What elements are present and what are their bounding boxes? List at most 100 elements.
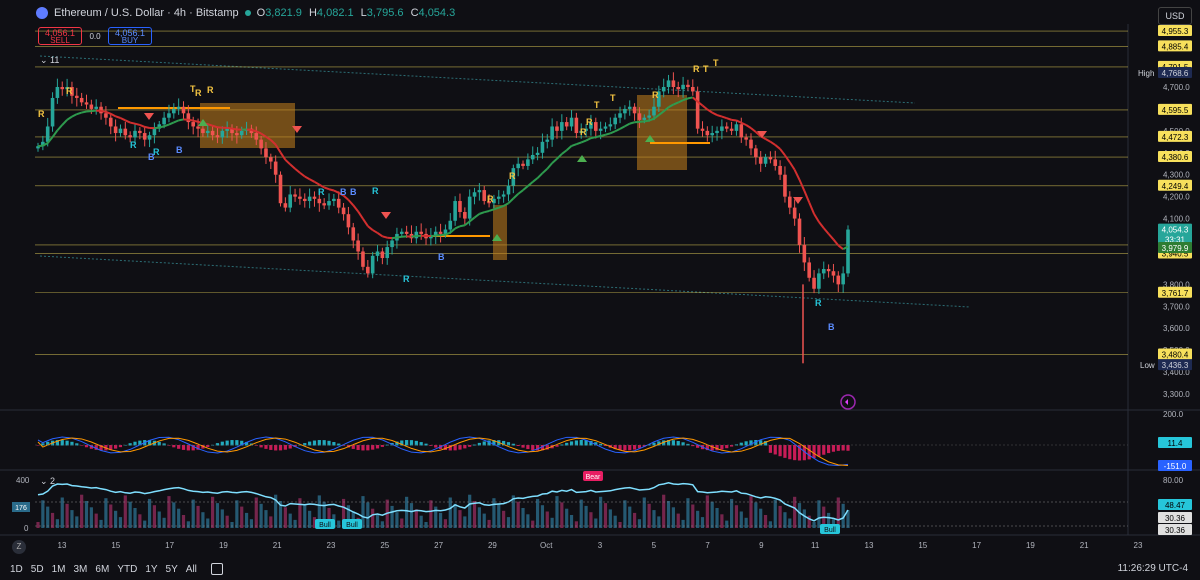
candle-body [744, 137, 748, 140]
time-axis: 13 15 17 19 21 23 25 27 29 Oct 3 5 7 9 11 13 15 17 19 21 23 [58, 541, 1143, 550]
tf-5y[interactable]: 5Y [166, 564, 178, 575]
replay-icon[interactable] [840, 394, 856, 410]
time-tick: 13 [58, 541, 67, 550]
candle-body [264, 148, 268, 158]
ema-segment [328, 188, 335, 192]
ema-segment [37, 144, 43, 148]
candle-body [366, 266, 370, 274]
sell-button[interactable]: 4,056.1 SELL [38, 27, 82, 45]
high-label: H [308, 7, 317, 19]
candle-body [128, 135, 132, 138]
ema-segment [396, 235, 402, 239]
ema-segment [566, 145, 573, 151]
tf-1d[interactable]: 1D [10, 564, 23, 575]
ema-segment [726, 117, 732, 121]
tf-all[interactable]: All [186, 564, 197, 575]
tf-1y[interactable]: 1Y [145, 564, 157, 575]
candle-body [215, 135, 220, 138]
macd-bar [632, 445, 637, 450]
calendar-icon[interactable] [210, 563, 223, 575]
volume-bar [283, 507, 287, 528]
volume-bar [652, 510, 656, 528]
ema-segment [382, 235, 388, 239]
symbol-header: Ethereum / U.S. Dollar · 4h · Bitstamp O… [36, 7, 459, 19]
ema-segment [459, 224, 466, 228]
ema-segment [522, 185, 529, 191]
volume-bar [589, 512, 593, 528]
tf-5d[interactable]: 5D [31, 564, 44, 575]
ema-segment [837, 244, 844, 250]
tf-6m[interactable]: 6M [95, 564, 109, 575]
candle-body [205, 130, 210, 134]
macd-bar [278, 445, 283, 451]
signal-r-up: R [130, 140, 137, 150]
signal-b: B [828, 322, 835, 332]
candle-body [690, 87, 695, 92]
time-tick: 25 [380, 541, 389, 550]
signal-r: R [652, 90, 659, 100]
volume-bar [623, 500, 627, 528]
volume-bar [206, 518, 210, 528]
ema-segment [134, 122, 141, 126]
signal-b: B [350, 187, 357, 197]
rsi-pane-badge[interactable]: ⌄ 2 [40, 476, 55, 487]
macd-bar [846, 445, 850, 451]
time-tick: 17 [165, 541, 174, 550]
candle-body [530, 154, 535, 160]
candle-body [545, 139, 550, 142]
candle-body [94, 106, 99, 109]
ema-segment [590, 136, 596, 140]
ema-segment [192, 119, 199, 123]
candle-body [652, 106, 656, 116]
volume-bar [531, 520, 535, 528]
candle-body [792, 207, 797, 219]
time-tick: 11 [811, 541, 820, 550]
candlesticks [36, 72, 850, 364]
indicator-count-badge[interactable]: ⌄ 11 [40, 55, 59, 66]
volume-bar [700, 517, 705, 528]
time-tick: 15 [918, 541, 927, 550]
volume-bar [579, 499, 583, 528]
candle-body [399, 231, 404, 234]
price-axis: 4,700.04,600.04,500.04,400.04,300.04,200… [12, 25, 1192, 535]
symbol-title[interactable]: Ethereum / U.S. Dollar · 4h · Bitstamp [54, 7, 239, 19]
candle-body [812, 277, 816, 289]
tf-1m[interactable]: 1M [52, 564, 66, 575]
tf-ytd[interactable]: YTD [117, 564, 137, 575]
time-tick: 3 [598, 541, 603, 550]
price-chart[interactable]: RR R RRRRRRRTTTTTRRR RRRBBB BBB Bull BullBull… [0, 0, 1200, 580]
volume-bar [817, 500, 821, 528]
trendline-bottom [39, 255, 971, 308]
clock-display[interactable]: 11:26:29 UTC-4 [1118, 563, 1188, 574]
buy-button[interactable]: 4,056.1 BUY [108, 27, 152, 45]
volume-bar [705, 495, 709, 528]
candle-body [724, 126, 729, 129]
volume-bar [186, 521, 190, 528]
tf-3m[interactable]: 3M [74, 564, 88, 575]
candle-body [676, 87, 681, 90]
volume-bar [555, 496, 559, 528]
rsi-top: 80.00 [1163, 476, 1184, 485]
ohlc-values: O3,821.9 H4,082.1 L3,795.6 C4,054.3 [257, 7, 460, 19]
volume-bar [574, 521, 578, 528]
macd-bar [380, 445, 384, 447]
volume-bar [802, 509, 806, 528]
z-icon[interactable]: Z [12, 540, 26, 554]
macd-bar [375, 445, 380, 449]
ema-segment [120, 117, 126, 122]
candle-body [763, 157, 768, 164]
candle-body [453, 201, 457, 221]
candle-body [45, 126, 50, 142]
ema-segment [231, 127, 238, 131]
currency-select[interactable]: USD [1158, 7, 1192, 25]
candle-body [104, 113, 108, 118]
sell-arrow [381, 212, 391, 219]
candle-body [642, 117, 647, 120]
volume-bar [264, 510, 268, 528]
buy-label: BUY [121, 36, 139, 45]
ema-segment [289, 163, 296, 170]
macd-bar [206, 445, 210, 448]
ema-segment [173, 119, 180, 124]
ema-segment [687, 96, 693, 100]
volume-bar [46, 506, 50, 528]
